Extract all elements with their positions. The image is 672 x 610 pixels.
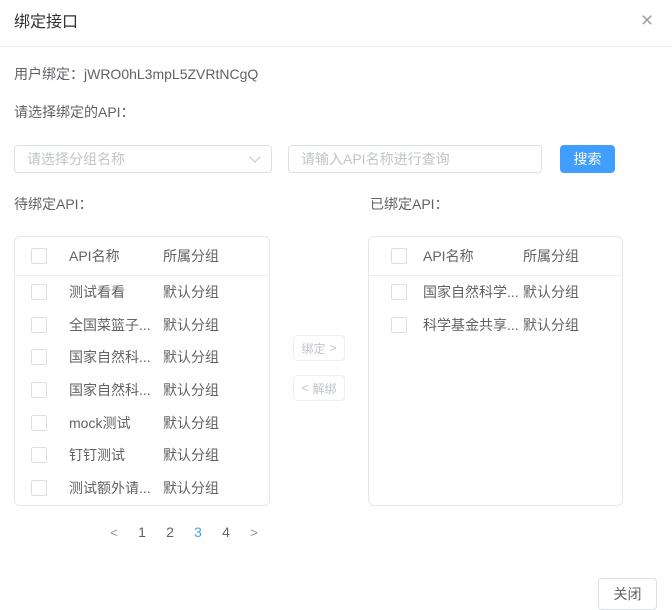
row-checkbox[interactable] [31,447,47,463]
row-checkbox[interactable] [31,480,47,496]
row-checkbox[interactable] [31,284,47,300]
row-checkbox[interactable] [31,382,47,398]
table-header: API名称 所属分组 [369,237,622,276]
user-binding-line: 用户绑定：jWRO0hL3mpL5ZVRtNCgQ [14,64,258,84]
close-icon[interactable]: × [632,6,662,36]
bind-button-label: 绑定 [301,340,325,357]
pending-api-label: 待绑定API： [14,194,93,214]
row-checkbox[interactable] [391,317,407,333]
table-row: 测试看看 默认分组 [15,276,269,309]
api-group-cell: 默认分组 [523,282,579,302]
user-binding-label: 用户绑定： [14,66,84,82]
api-name-cell: 国家自然科学... [423,282,523,302]
unbind-button-label: 解绑 [313,380,337,397]
close-button[interactable]: 关闭 [598,578,657,610]
dialog-header: 绑定接口 × [0,0,672,47]
api-group-cell: 默认分组 [163,347,219,367]
api-name-cell: 国家自然科... [69,347,163,367]
api-name-cell: 测试额外请... [69,478,163,498]
column-header-name: API名称 [69,246,163,266]
api-group-cell: 默认分组 [163,282,219,302]
api-name-cell: mock测试 [69,413,163,433]
api-group-cell: 默认分组 [523,315,579,335]
api-name-cell: 钉钉测试 [69,445,163,465]
pagination-next-icon[interactable]: > [240,518,268,546]
api-name-cell: 全国菜篮子... [69,315,163,335]
api-name-cell: 国家自然科... [69,380,163,400]
table-row: 国家自然科学... 默认分组 [369,276,622,309]
pagination-prev-icon[interactable]: < [100,518,128,546]
row-checkbox[interactable] [31,349,47,365]
unbind-button[interactable]: < 解绑 [293,375,345,401]
pagination-page-4[interactable]: 4 [212,518,240,546]
select-all-checkbox[interactable] [391,248,407,264]
dialog-title: 绑定接口 [14,12,78,34]
select-api-label: 请选择绑定的API： [14,102,135,122]
api-group-cell: 默认分组 [163,315,219,335]
pagination: < 1 2 3 4 > [100,518,268,546]
pagination-page-2[interactable]: 2 [156,518,184,546]
table-row: 测试额外请... 默认分组 [15,472,269,505]
bind-button[interactable]: 绑定 > [293,335,345,361]
api-group-cell: 默认分组 [163,380,219,400]
api-group-cell: 默认分组 [163,413,219,433]
api-group-cell: 默认分组 [163,478,219,498]
pagination-page-1[interactable]: 1 [128,518,156,546]
row-checkbox[interactable] [31,317,47,333]
table-row: mock测试 默认分组 [15,406,269,439]
table-row: 科学基金共享... 默认分组 [369,309,622,342]
column-header-group: 所属分组 [163,246,219,266]
table-row: 国家自然科... 默认分组 [15,374,269,407]
api-search-input[interactable] [288,145,542,173]
chevron-down-icon [249,151,260,162]
select-all-checkbox[interactable] [31,248,47,264]
arrow-right-icon: > [330,341,337,355]
column-header-group: 所属分组 [523,246,579,266]
table-row: 钉钉测试 默认分组 [15,439,269,472]
api-group-cell: 默认分组 [163,445,219,465]
table-row: 国家自然科... 默认分组 [15,341,269,374]
table-header: API名称 所属分组 [15,237,269,276]
column-header-name: API名称 [423,246,523,266]
bound-api-table: API名称 所属分组 国家自然科学... 默认分组 科学基金共享... 默认分组 [368,236,623,506]
arrow-left-icon: < [301,381,308,395]
row-checkbox[interactable] [31,415,47,431]
table-row: 全国菜篮子... 默认分组 [15,309,269,342]
group-select-placeholder: 请选择分组名称 [27,149,125,169]
api-name-cell: 测试看看 [69,282,163,302]
pagination-page-3[interactable]: 3 [184,518,212,546]
user-binding-value: jWRO0hL3mpL5ZVRtNCgQ [84,66,258,82]
search-button[interactable]: 搜索 [560,145,615,173]
row-checkbox[interactable] [391,284,407,300]
bound-api-label: 已绑定API： [370,194,449,214]
group-select[interactable]: 请选择分组名称 [14,145,272,173]
api-name-cell: 科学基金共享... [423,315,523,335]
pending-api-table: API名称 所属分组 测试看看 默认分组 全国菜篮子... 默认分组 国家自然科… [14,236,270,506]
